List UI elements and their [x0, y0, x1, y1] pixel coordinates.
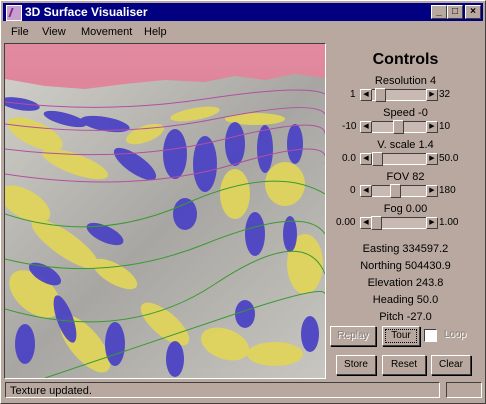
controls-heading: Controls: [372, 51, 439, 68]
fog-label: Fog 0.00: [383, 203, 428, 215]
maximize-button[interactable]: □: [447, 5, 463, 19]
resolution-min: 1: [350, 89, 356, 100]
speed-slider[interactable]: ◀ ▶: [360, 120, 438, 134]
vscale-label: V. scale 1.4: [377, 139, 434, 151]
status-secondary: [446, 382, 482, 398]
menu-movement[interactable]: Movement: [81, 26, 132, 38]
status-text: Texture updated.: [5, 382, 440, 398]
tour-button[interactable]: Tour: [382, 326, 420, 346]
fog-min: 0.00: [336, 217, 356, 228]
vscale-decrease-arrow[interactable]: ◀: [360, 153, 372, 165]
vscale-min: 0.0: [342, 153, 356, 164]
title-bar[interactable]: 3D Surface Visualiser _ □ ×: [3, 3, 483, 21]
speed-label: Speed -0: [383, 107, 428, 119]
terrain-render: [5, 44, 325, 378]
app-icon: [6, 5, 22, 21]
vscale-increase-arrow[interactable]: ▶: [426, 153, 438, 165]
resolution-decrease-arrow[interactable]: ◀: [360, 89, 372, 101]
vscale-thumb[interactable]: [372, 152, 384, 166]
speed-decrease-arrow[interactable]: ◀: [360, 121, 372, 133]
resolution-thumb[interactable]: [375, 88, 387, 102]
speed-thumb[interactable]: [392, 120, 404, 134]
fov-label: FOV 82: [386, 171, 425, 183]
heading-readout: Heading 50.0: [372, 294, 439, 306]
northing-readout: Northing 504430.9: [360, 260, 451, 272]
fog-slider[interactable]: ◀ ▶: [360, 216, 438, 230]
reset-button[interactable]: Reset: [382, 355, 426, 375]
elevation-readout: Elevation 243.8: [367, 277, 444, 289]
loop-label: Loop: [443, 329, 467, 340]
controls-panel: Controls Resolution 4 1 ◀ ▶ 32 Speed -0 …: [328, 43, 483, 377]
fov-decrease-arrow[interactable]: ◀: [360, 185, 372, 197]
resolution-label: Resolution 4: [374, 75, 437, 87]
resolution-increase-arrow[interactable]: ▶: [426, 89, 438, 101]
vscale-max: 50.0: [439, 153, 459, 164]
menu-file[interactable]: File: [11, 26, 29, 38]
speed-max: 10: [439, 121, 451, 132]
minimize-button[interactable]: _: [431, 5, 447, 19]
status-bar: Texture updated.: [3, 381, 483, 401]
menu-help[interactable]: Help: [144, 26, 167, 38]
fov-slider[interactable]: ◀ ▶: [360, 184, 438, 198]
menu-view[interactable]: View: [42, 26, 66, 38]
fov-max: 180: [439, 185, 456, 196]
speed-increase-arrow[interactable]: ▶: [426, 121, 438, 133]
menu-bar: File View Movement Help: [3, 22, 483, 42]
fog-thumb[interactable]: [371, 216, 382, 230]
easting-readout: Easting 334597.2: [362, 243, 449, 255]
resolution-slider[interactable]: ◀ ▶: [360, 88, 438, 102]
app-window: 3D Surface Visualiser _ □ × File View Mo…: [0, 0, 486, 404]
vscale-slider[interactable]: ◀ ▶: [360, 152, 438, 166]
window-title: 3D Surface Visualiser: [25, 5, 148, 19]
fog-increase-arrow[interactable]: ▶: [426, 217, 438, 229]
close-button[interactable]: ×: [465, 5, 481, 19]
terrain-viewport[interactable]: [4, 43, 326, 379]
loop-checkbox[interactable]: [424, 329, 437, 342]
resolution-max: 32: [439, 89, 451, 100]
fog-max: 1.00: [439, 217, 459, 228]
fov-thumb[interactable]: [390, 184, 402, 198]
clear-button[interactable]: Clear: [431, 355, 471, 375]
replay-button[interactable]: Replay: [330, 326, 376, 346]
fov-min: 0: [350, 185, 356, 196]
fov-increase-arrow[interactable]: ▶: [426, 185, 438, 197]
pitch-readout: Pitch -27.0: [379, 311, 432, 323]
store-button[interactable]: Store: [336, 355, 376, 375]
speed-min: -10: [342, 121, 357, 132]
